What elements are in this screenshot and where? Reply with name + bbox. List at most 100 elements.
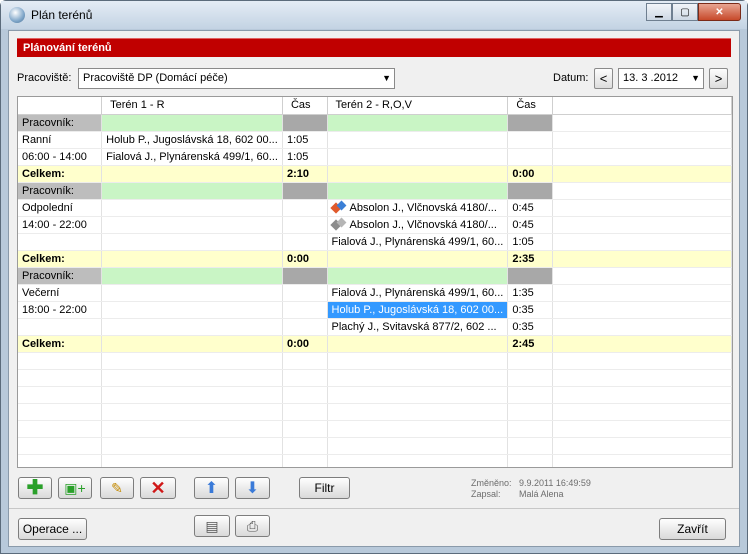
table-cell[interactable]: Holub P., Jugoslávská 18, 602 00... [327, 301, 509, 319]
table-cell[interactable]: Holub P., Jugoslávská 18, 602 00... [101, 131, 283, 149]
table-cell[interactable] [327, 386, 509, 404]
table-cell[interactable] [282, 369, 328, 387]
table-cell[interactable] [282, 216, 328, 234]
table-cell[interactable]: 0:45 [507, 199, 553, 217]
table-cell[interactable] [552, 437, 732, 455]
table-cell[interactable] [101, 250, 283, 268]
table-row[interactable]: Odpolední Absolon J., Vlčnovská 4180/... 0… [18, 199, 732, 217]
table-cell[interactable] [101, 369, 283, 387]
table-cell[interactable]: 1:05 [507, 233, 553, 251]
table-row[interactable] [18, 437, 732, 455]
table-cell[interactable] [101, 199, 283, 217]
table-cell[interactable]: Absolon J., Vlčnovská 4180/... [327, 199, 509, 217]
table-cell[interactable] [552, 114, 732, 132]
table-cell[interactable] [552, 284, 732, 302]
table-cell[interactable]: 0:00 [282, 335, 328, 353]
table-cell[interactable]: 2:10 [282, 165, 328, 183]
table-cell[interactable] [507, 437, 553, 455]
col-header-teren-2[interactable]: Terén 2 - R,O,V [327, 97, 509, 115]
table-cell[interactable] [507, 352, 553, 370]
total-row[interactable]: Celkem: 0:00 2:35 [18, 250, 732, 268]
table-cell[interactable]: 06:00 - 14:00 [18, 148, 103, 166]
table-cell[interactable] [327, 437, 509, 455]
close-window-button[interactable]: ✕ [698, 3, 741, 21]
table-cell[interactable] [101, 284, 283, 302]
table-cell[interactable] [101, 386, 283, 404]
table-cell[interactable] [327, 369, 509, 387]
group-row[interactable]: Pracovník: [18, 182, 732, 200]
table-cell[interactable]: 0:35 [507, 301, 553, 319]
table-row[interactable]: 18:00 - 22:00 Holub P., Jugoslávská 18, 6… [18, 301, 732, 319]
table-cell[interactable]: Fialová J., Plynárenská 499/1, 60... [327, 233, 509, 251]
table-cell[interactable] [552, 216, 732, 234]
table-cell[interactable]: Celkem: [18, 335, 103, 353]
table-cell[interactable] [18, 403, 103, 421]
table-cell[interactable] [282, 386, 328, 404]
table-cell[interactable] [282, 454, 328, 467]
table-cell[interactable]: Pracovník: [18, 114, 103, 132]
col-header-cas-1[interactable]: Čas [282, 97, 328, 115]
table-cell[interactable] [282, 420, 328, 438]
operations-button[interactable]: Operace ... [18, 518, 87, 540]
table-cell[interactable] [552, 267, 732, 285]
table-cell[interactable] [552, 148, 732, 166]
table-cell[interactable] [282, 267, 328, 285]
table-cell[interactable] [18, 454, 103, 467]
table-cell[interactable] [552, 454, 732, 467]
table-cell[interactable]: Absolon J., Vlčnovská 4180/... [327, 216, 509, 234]
table-cell[interactable] [552, 335, 732, 353]
table-cell[interactable] [282, 318, 328, 336]
table-cell[interactable] [18, 233, 103, 251]
table-cell[interactable] [327, 267, 509, 285]
table-cell[interactable]: 0:00 [507, 165, 553, 183]
table-cell[interactable] [552, 352, 732, 370]
table-cell[interactable] [327, 148, 509, 166]
filter-button[interactable]: Filtr [299, 477, 350, 499]
table-cell[interactable]: Fialová J., Plynárenská 499/1, 60... [327, 284, 509, 302]
table-cell[interactable] [507, 369, 553, 387]
table-row[interactable]: Večerní Fialová J., Plynárenská 499/1, 60… [18, 284, 732, 302]
table-cell[interactable]: 1:35 [507, 284, 553, 302]
table-cell[interactable] [18, 386, 103, 404]
table-cell[interactable] [552, 369, 732, 387]
table-cell[interactable] [18, 437, 103, 455]
table-row[interactable] [18, 352, 732, 370]
table-cell[interactable] [552, 182, 732, 200]
table-cell[interactable]: Celkem: [18, 165, 103, 183]
report-button[interactable]: ▤ [194, 515, 230, 537]
table-row[interactable]: Ranní Holub P., Jugoslávská 18, 602 00...… [18, 131, 732, 149]
maximize-button[interactable]: ▢ [672, 3, 698, 21]
pracoviste-select[interactable]: Pracoviště DP (Domácí péče) ▼ [78, 68, 395, 89]
table-row[interactable] [18, 386, 732, 404]
table-cell[interactable] [101, 165, 283, 183]
table-cell[interactable] [552, 301, 732, 319]
table-cell[interactable] [282, 352, 328, 370]
close-button[interactable]: Zavřít [659, 518, 726, 540]
table-cell[interactable] [101, 318, 283, 336]
table-cell[interactable] [507, 267, 553, 285]
table-cell[interactable]: 0:35 [507, 318, 553, 336]
table-row[interactable]: Plachý J., Svitavská 877/2, 602 ... 0:35 [18, 318, 732, 336]
table-cell[interactable] [327, 114, 509, 132]
group-row[interactable]: Pracovník: [18, 267, 732, 285]
date-picker[interactable]: 13. 3 .2012 ▼ [618, 68, 704, 89]
table-row[interactable] [18, 420, 732, 438]
table-cell[interactable] [101, 267, 283, 285]
total-row[interactable]: Celkem: 0:00 2:45 [18, 335, 732, 353]
table-cell[interactable] [552, 233, 732, 251]
table-cell[interactable] [552, 420, 732, 438]
table-row[interactable]: Fialová J., Plynárenská 499/1, 60... 1:05 [18, 233, 732, 251]
table-cell[interactable]: 2:45 [507, 335, 553, 353]
col-header-cas-2[interactable]: Čas [507, 97, 553, 115]
table-cell[interactable] [101, 233, 283, 251]
minimize-button[interactable]: ▁ [646, 3, 672, 21]
table-cell[interactable] [282, 284, 328, 302]
table-cell[interactable] [327, 454, 509, 467]
table-cell[interactable] [101, 182, 283, 200]
table-cell[interactable]: 14:00 - 22:00 [18, 216, 103, 234]
table-cell[interactable] [18, 318, 103, 336]
table-cell[interactable] [507, 182, 553, 200]
table-cell[interactable] [282, 199, 328, 217]
table-cell[interactable] [552, 165, 732, 183]
table-cell[interactable] [327, 420, 509, 438]
